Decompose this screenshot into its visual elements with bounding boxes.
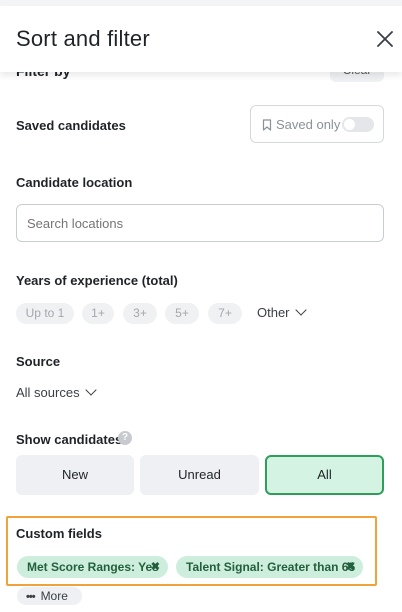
show-unread-button[interactable]: Unread — [140, 455, 259, 495]
chevron-down-icon — [84, 384, 97, 396]
saved-only-label: Saved only — [276, 117, 341, 132]
saved-only-toggle-box[interactable]: Saved only — [250, 105, 384, 143]
more-label: More — [40, 589, 68, 603]
experience-option-1[interactable]: 1+ — [82, 303, 114, 324]
experience-option-7[interactable]: 7+ — [208, 303, 242, 324]
custom-field-chip[interactable]: Met Score Ranges: Yes ✖ — [17, 556, 168, 578]
source-selected: All sources — [16, 385, 80, 400]
panel-title: Sort and filter — [16, 26, 150, 51]
custom-field-chip[interactable]: Talent Signal: Greater than 65 ✖ — [176, 556, 363, 578]
close-icon[interactable] — [374, 28, 396, 50]
help-icon[interactable]: ? — [118, 431, 132, 445]
experience-option-3[interactable]: 3+ — [123, 303, 157, 324]
show-candidates-label: Show candidates — [16, 432, 123, 447]
source-dropdown[interactable]: All sources — [16, 384, 97, 400]
experience-option-5[interactable]: 5+ — [165, 303, 199, 324]
remove-chip-icon[interactable]: ✖ — [151, 556, 160, 578]
show-new-button[interactable]: New — [16, 455, 134, 495]
show-all-button[interactable]: All — [265, 455, 384, 495]
chip-label: Talent Signal: Greater than 65 — [186, 560, 356, 574]
chevron-down-icon — [294, 304, 307, 316]
chip-label: Met Score Ranges: Yes — [27, 560, 159, 574]
experience-other-dropdown[interactable]: Other — [257, 304, 307, 320]
more-button[interactable]: ••• More — [17, 587, 82, 605]
saved-candidates-label: Saved candidates — [16, 118, 126, 133]
source-label: Source — [16, 354, 61, 369]
panel-header: Sort and filter — [0, 6, 402, 72]
location-search-input[interactable] — [16, 204, 384, 242]
custom-fields-label: Custom fields — [16, 526, 102, 541]
experience-option-up-to-1[interactable]: Up to 1 — [16, 303, 74, 324]
toggle-knob — [344, 119, 355, 130]
bookmark-icon — [262, 119, 272, 131]
experience-label: Years of experience (total) — [16, 273, 178, 288]
candidate-location-label: Candidate location — [16, 175, 133, 190]
other-label: Other — [257, 305, 290, 320]
saved-only-toggle[interactable] — [342, 117, 374, 132]
more-dots-icon: ••• — [26, 591, 36, 603]
remove-chip-icon[interactable]: ✖ — [346, 556, 355, 578]
